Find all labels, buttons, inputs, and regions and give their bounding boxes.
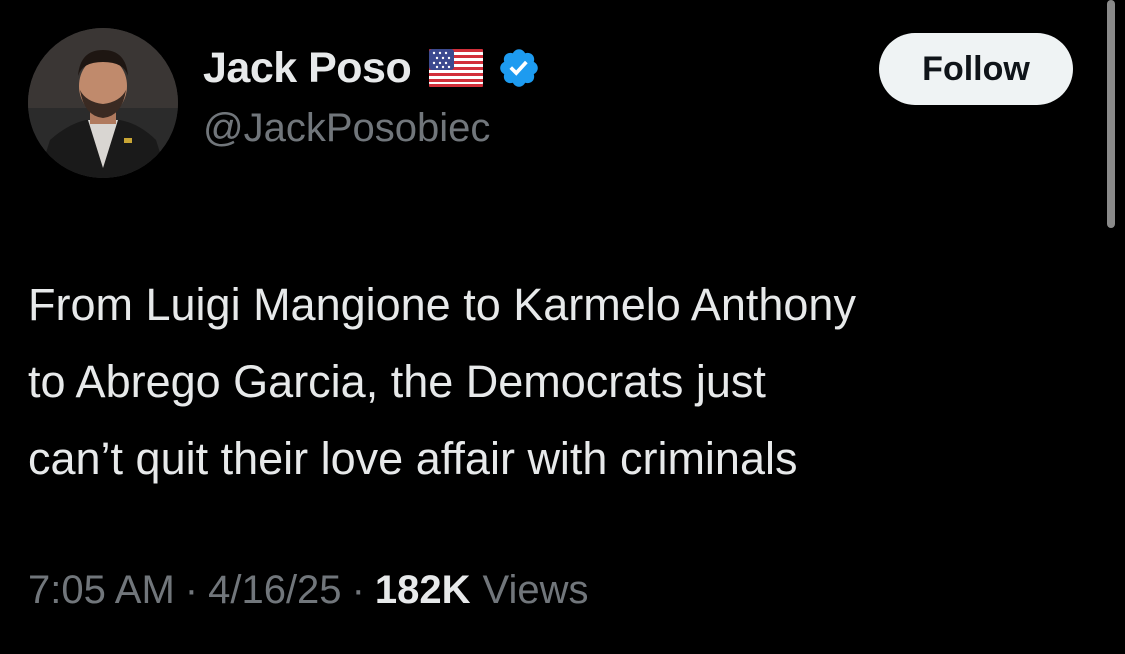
scrollbar[interactable] — [1107, 0, 1115, 228]
verified-badge-icon[interactable] — [497, 46, 541, 90]
display-name[interactable]: Jack Poso — [203, 44, 412, 93]
tweet-date[interactable]: 4/16/25 — [208, 568, 341, 613]
views-label: Views — [482, 568, 589, 612]
tweet-text-line: From Luigi Mangione to Karmelo Anthony — [28, 279, 856, 330]
follow-button[interactable]: Follow — [879, 33, 1073, 105]
avatar[interactable] — [28, 28, 178, 178]
meta-separator: · — [351, 568, 365, 612]
tweet-meta: 7:05 AM · 4/16/25 · 182K Views — [28, 568, 589, 613]
meta-separator: · — [184, 568, 199, 612]
tweet-time[interactable]: 7:05 AM — [28, 568, 175, 613]
tweet-text-line: to Abrego Garcia, the Democrats just — [28, 356, 766, 407]
author-name-row[interactable]: Jack Poso — [203, 40, 541, 96]
tweet-text: From Luigi Mangione to Karmelo Anthony t… — [28, 266, 1088, 497]
tweet-text-line: can’t quit their love affair with crimin… — [28, 433, 798, 484]
us-flag-icon — [429, 49, 484, 87]
author-handle[interactable]: @JackPosobiec — [203, 106, 490, 151]
views-count[interactable]: 182K — [375, 568, 471, 613]
